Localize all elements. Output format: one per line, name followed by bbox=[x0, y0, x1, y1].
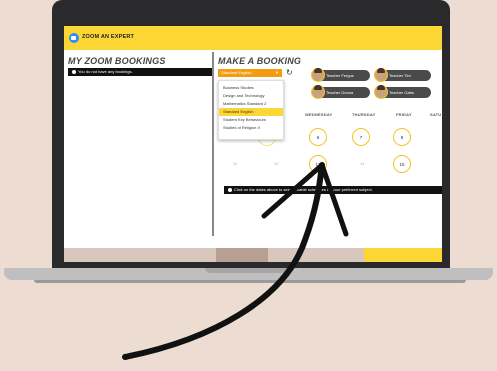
teacher-name: Teacher Tim bbox=[389, 73, 411, 78]
calendar-day: 14 bbox=[360, 161, 365, 166]
make-booking-title: MAKE A BOOKING bbox=[218, 56, 302, 66]
info-icon bbox=[228, 188, 232, 192]
avatar bbox=[311, 85, 325, 99]
dropdown-item[interactable]: Business Studies bbox=[219, 84, 283, 92]
teacher-name: Teacher Fergus bbox=[326, 73, 354, 78]
teacher-chip-fergus[interactable]: Teacher Fergus bbox=[311, 68, 370, 82]
avatar bbox=[374, 68, 388, 82]
avatar bbox=[311, 68, 325, 82]
subject-select-value: Standard English bbox=[221, 70, 252, 75]
photo-strip bbox=[216, 248, 268, 262]
app-header: ZOOM AN EXPERT bbox=[64, 26, 442, 50]
dropdown-item-selected[interactable]: Standard English bbox=[219, 108, 283, 116]
laptop-screen: ZOOM AN EXPERT MY ZOOM BOOKINGS You do n… bbox=[64, 26, 442, 262]
dropdown-item[interactable]: Student Key Behaviours bbox=[219, 116, 283, 124]
dropdown-item[interactable]: Studies of Religion II bbox=[219, 124, 283, 132]
no-bookings-message: You do not have any bookings. bbox=[68, 68, 212, 76]
laptop-shadow bbox=[34, 280, 466, 283]
day-header-wednesday: WEDNESDAY bbox=[305, 112, 333, 117]
subject-select[interactable]: Standard English ▼ bbox=[218, 69, 282, 77]
calendar-day: 11 bbox=[233, 161, 238, 166]
calendar-day[interactable]: 6 bbox=[309, 128, 327, 146]
calendar-day[interactable]: 8 bbox=[393, 128, 411, 146]
zoom-camera-icon bbox=[69, 33, 79, 43]
calendar-day[interactable]: 15 bbox=[393, 155, 411, 173]
day-header-saturday: SATU bbox=[430, 112, 442, 117]
teacher-name: Teacher Donna bbox=[326, 90, 354, 95]
laptop-notch bbox=[205, 268, 293, 273]
refresh-icon[interactable]: ↻ bbox=[286, 68, 293, 77]
teacher-chip-gabs[interactable]: Teacher Gabs bbox=[374, 85, 431, 99]
dropdown-item[interactable]: Design and Technology bbox=[219, 92, 283, 100]
logo-text: ZOOM AN EXPERT bbox=[82, 34, 135, 40]
day-header-friday: FRIDAY bbox=[396, 112, 412, 117]
calendar-day[interactable]: 7 bbox=[352, 128, 370, 146]
yellow-strip bbox=[364, 248, 442, 262]
teacher-chip-tim[interactable]: Teacher Tim bbox=[374, 68, 431, 82]
calendar-info-bar: Click on the dates above to see availabl… bbox=[224, 186, 442, 194]
info-icon bbox=[72, 70, 76, 74]
no-bookings-text: You do not have any bookings. bbox=[78, 69, 133, 74]
calendar-day[interactable]: 13 bbox=[309, 155, 327, 173]
column-divider bbox=[212, 52, 214, 236]
teacher-chip-donna[interactable]: Teacher Donna bbox=[311, 85, 370, 99]
my-bookings-title: MY ZOOM BOOKINGS bbox=[68, 56, 166, 66]
dropdown-item[interactable]: Mathematics Standard 2 bbox=[219, 100, 283, 108]
chevron-down-icon: ▼ bbox=[275, 70, 279, 75]
teacher-name: Teacher Gabs bbox=[389, 90, 414, 95]
avatar bbox=[374, 85, 388, 99]
calendar-info-text: Click on the dates above to see availabl… bbox=[234, 187, 373, 192]
subject-dropdown-menu: Business Studies Design and Technology M… bbox=[218, 80, 284, 140]
calendar-day: 12 bbox=[274, 161, 279, 166]
day-header-thursday: THURSDAY bbox=[352, 112, 376, 117]
